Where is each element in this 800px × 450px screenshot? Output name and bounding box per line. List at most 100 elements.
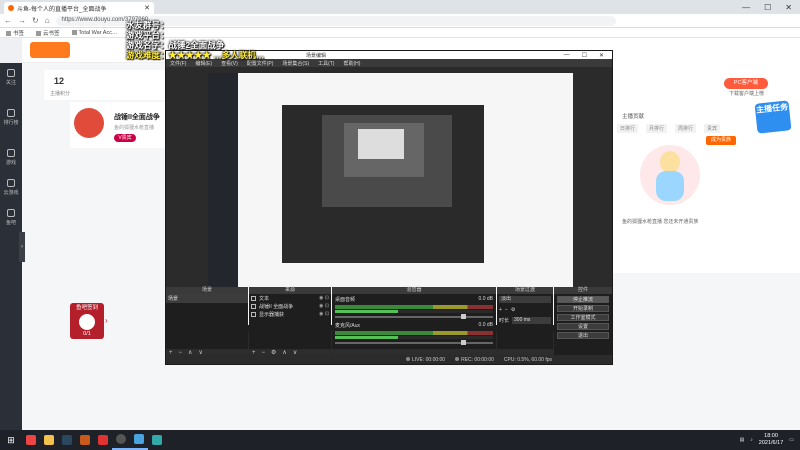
become-noble-button[interactable]: 成为贵族 xyxy=(706,136,736,145)
mixer-channel-db: 0.0 dB xyxy=(478,322,493,328)
reload-icon[interactable]: ↻ xyxy=(32,16,39,25)
rec-dot-icon xyxy=(455,356,460,361)
tab-vip[interactable]: 贵宾 xyxy=(704,124,721,133)
browser-tabbar: 斗鱼-每个人的直播平台_全面战争 ✕ — ☐ ✕ xyxy=(0,0,800,14)
clock[interactable]: 18:00 2021/6/17 xyxy=(759,433,783,447)
eye-icon[interactable]: ◉ ⊡ xyxy=(319,303,329,309)
douyu-logo[interactable] xyxy=(30,42,70,58)
menu-view[interactable]: 查看(V) xyxy=(221,60,238,67)
source-item[interactable]: 显示器捕获 ◉ ⊡ xyxy=(249,310,331,318)
start-button[interactable]: ⊞ xyxy=(0,430,22,450)
studio-mode-button[interactable]: 工作室模式 xyxy=(557,314,609,321)
mixer-channel-name: 麦克风/Aux xyxy=(335,323,361,329)
taskbar-app-steam[interactable] xyxy=(58,430,76,450)
sidebar-collapse-chevron-icon[interactable]: › xyxy=(19,232,25,262)
folder-icon xyxy=(44,435,54,445)
maximize-button[interactable]: ☐ xyxy=(764,3,771,12)
mixer-channel-db: 0.0 dB xyxy=(478,296,493,302)
source-item[interactable]: 文本 ◉ ⊡ xyxy=(249,294,331,302)
preview-obs-nested xyxy=(282,105,484,263)
menu-edit[interactable]: 编辑(E) xyxy=(195,60,212,67)
sidebar-item-rank[interactable]: 排行榜 xyxy=(0,109,22,126)
back-icon[interactable]: ← xyxy=(4,16,12,25)
controls-body: 停止推流 开始录制 工作室模式 设置 退出 xyxy=(554,294,612,357)
taskbar-app-folder[interactable] xyxy=(40,430,58,450)
stop-streaming-button[interactable]: 停止推流 xyxy=(557,296,609,303)
forward-icon[interactable]: → xyxy=(18,16,26,25)
tab-daily[interactable]: 日排行 xyxy=(617,124,639,133)
taskbar-app-browser[interactable] xyxy=(148,430,166,450)
sidebar-item-cloud-game[interactable]: 云游戏 xyxy=(0,179,22,196)
scenes-dock: 场景 场景 + − ∧ ∨ xyxy=(166,287,248,357)
obs-maximize-button[interactable]: ☐ xyxy=(582,52,587,59)
exit-button[interactable]: 退出 xyxy=(557,332,609,339)
obs-window-controls: — ☐ ✕ xyxy=(564,52,612,59)
volume-icon[interactable]: ♪ xyxy=(750,437,753,443)
duration-row: 时长 300 ms xyxy=(497,315,553,326)
eye-icon[interactable]: ◉ ⊡ xyxy=(319,311,329,317)
tab-close-icon[interactable]: ✕ xyxy=(144,4,150,12)
page-icon xyxy=(71,29,77,35)
minimize-button[interactable]: — xyxy=(742,3,750,12)
home-icon[interactable]: ⌂ xyxy=(45,16,50,25)
eye-icon[interactable]: ◉ ⊡ xyxy=(319,295,329,301)
network-icon[interactable]: ▤ xyxy=(740,437,745,443)
cpu-status: CPU: 0.5%, 60.00 fps xyxy=(503,356,552,363)
yuba-checkin-widget[interactable]: 鱼吧签到 0/1 xyxy=(70,303,104,339)
browser-tab[interactable]: 斗鱼-每个人的直播平台_全面战争 ✕ xyxy=(4,2,154,14)
scenes-list: 场景 xyxy=(166,294,248,349)
task-badge[interactable]: 主播任务 xyxy=(754,100,792,134)
vip-badge[interactable]: V贵宾 xyxy=(114,134,136,142)
streamer-name: 战锤II全面战争 xyxy=(114,114,160,121)
taskbar-app-chrome[interactable] xyxy=(22,430,40,450)
remove-icon[interactable]: − xyxy=(505,307,508,313)
pc-client-button[interactable]: PC客户端 xyxy=(724,78,768,89)
obs-window: 场景编辑 — ☐ ✕ 文件(F) 编辑(E) 查看(V) 配置文件(P) 场景集… xyxy=(165,50,613,365)
chevron-right-icon[interactable]: › xyxy=(105,316,108,325)
sidebar-item-follow[interactable]: 关注 xyxy=(0,69,22,86)
menu-help[interactable]: 帮助(H) xyxy=(343,60,360,67)
duration-label: 时长 xyxy=(499,318,510,324)
scene-item[interactable]: 场景 xyxy=(166,294,248,303)
obs-close-button[interactable]: ✕ xyxy=(599,52,604,59)
taskbar-app-game[interactable] xyxy=(76,430,94,450)
steam-icon xyxy=(62,435,72,445)
bookmark-item[interactable]: 云书签 xyxy=(36,29,60,37)
menu-profile[interactable]: 配置文件(P) xyxy=(247,60,274,67)
sources-header: 来源 xyxy=(249,287,331,294)
volume-knob[interactable] xyxy=(461,340,467,345)
windows-taskbar: ⊞ ▤ ♪ 18:00 2021/6/17 ▭ xyxy=(0,430,800,450)
close-button[interactable]: ✕ xyxy=(785,3,792,12)
add-icon[interactable]: + xyxy=(499,307,502,313)
streamer-avatar[interactable] xyxy=(74,108,104,138)
source-item[interactable]: 战锤II 全面战争 ◉ ⊡ xyxy=(249,302,331,310)
duration-input[interactable]: 300 ms xyxy=(512,317,551,324)
volume-slider[interactable] xyxy=(335,340,493,345)
taskbar-app-obs[interactable] xyxy=(112,430,130,450)
obs-minimize-button[interactable]: — xyxy=(564,52,570,59)
volume-slider[interactable] xyxy=(335,314,493,319)
gamepad-icon xyxy=(7,149,15,157)
start-recording-button[interactable]: 开始录制 xyxy=(557,305,609,312)
tab-monthly[interactable]: 月排行 xyxy=(646,124,668,133)
bookmark-item[interactable]: 书签 xyxy=(6,29,24,37)
menu-file[interactable]: 文件(F) xyxy=(170,60,186,67)
taskbar-app-netease[interactable] xyxy=(94,430,112,450)
sidebar-item-game[interactable]: 游戏 xyxy=(0,149,22,166)
volume-knob[interactable] xyxy=(461,314,467,319)
settings-button[interactable]: 设置 xyxy=(557,323,609,330)
sidebar-item-yuba[interactable]: 鱼吧 xyxy=(0,209,22,226)
menu-tools[interactable]: 工具(T) xyxy=(318,60,334,67)
menu-scene-collection[interactable]: 场景集合(S) xyxy=(282,60,309,67)
tab-weekly[interactable]: 周排行 xyxy=(675,124,697,133)
checkin-label: 鱼吧签到 xyxy=(75,305,98,311)
bookmark-item[interactable]: Total War Acc… xyxy=(71,29,117,36)
checkin-count: 0/1 xyxy=(83,331,91,337)
rec-status: REC: 00:00:00 xyxy=(455,356,494,363)
taskbar-app-douyu[interactable] xyxy=(130,430,148,450)
volume-meter xyxy=(335,305,493,309)
notification-icon[interactable]: ▭ xyxy=(789,437,794,443)
gear-icon[interactable]: ⚙ xyxy=(511,307,515,313)
volume-level xyxy=(335,310,493,313)
transition-select[interactable]: 淡出 xyxy=(499,296,551,303)
